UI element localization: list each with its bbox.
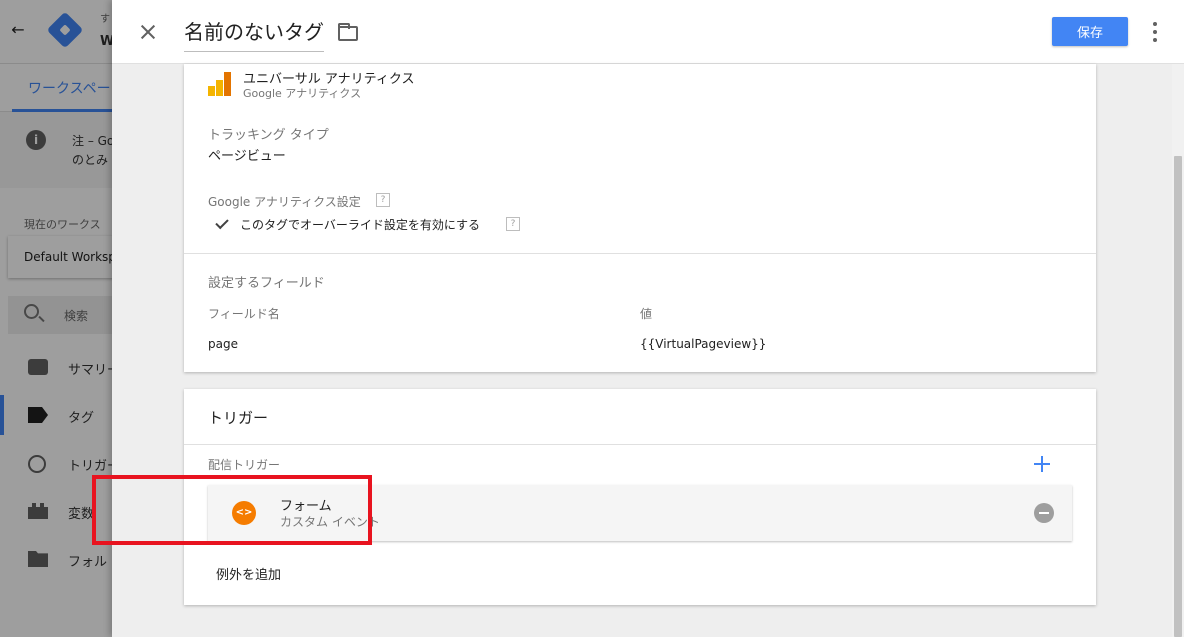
remove-trigger-icon[interactable] (1034, 503, 1054, 523)
field-value-cell: {{VirtualPageview}} (640, 337, 767, 351)
save-button[interactable]: 保存 (1052, 17, 1128, 46)
add-exception-link[interactable]: 例外を追加 (216, 564, 281, 583)
divider (184, 253, 1096, 254)
panel-header: 名前のないタグ 保存 (112, 0, 1184, 64)
checkmark-icon (215, 215, 229, 230)
ga-settings-label: Google アナリティクス設定 (208, 195, 361, 209)
tag-type-sub: Google アナリティクス (243, 87, 362, 100)
more-vert-icon[interactable] (1148, 20, 1162, 44)
add-trigger-icon[interactable] (1034, 455, 1052, 473)
value-header: 値 (640, 307, 653, 321)
help-icon[interactable]: ? (506, 217, 520, 231)
scrollbar-thumb[interactable] (1174, 156, 1182, 637)
divider (184, 444, 1096, 445)
google-analytics-icon (208, 72, 232, 96)
field-name-header: フィールド名 (208, 307, 280, 321)
triggering-title: トリガー (208, 409, 269, 427)
field-name-cell: page (208, 337, 238, 351)
help-icon[interactable]: ? (376, 193, 390, 207)
fields-to-set-label: 設定するフィールド (208, 276, 325, 291)
tag-configuration-card[interactable]: ユニバーサル アナリティクス Google アナリティクス トラッキング タイプ… (184, 64, 1096, 372)
firing-triggers-label: 配信トリガー (208, 458, 281, 472)
override-settings-label: このタグでオーバーライド設定を有効にする (240, 218, 481, 232)
tag-name-input[interactable]: 名前のないタグ (184, 16, 324, 52)
tracking-type-label: トラッキング タイプ (208, 128, 329, 143)
highlight-box (92, 475, 372, 545)
close-icon[interactable] (136, 20, 160, 44)
tracking-type-value: ページビュー (208, 149, 286, 164)
folder-icon[interactable] (338, 23, 358, 41)
